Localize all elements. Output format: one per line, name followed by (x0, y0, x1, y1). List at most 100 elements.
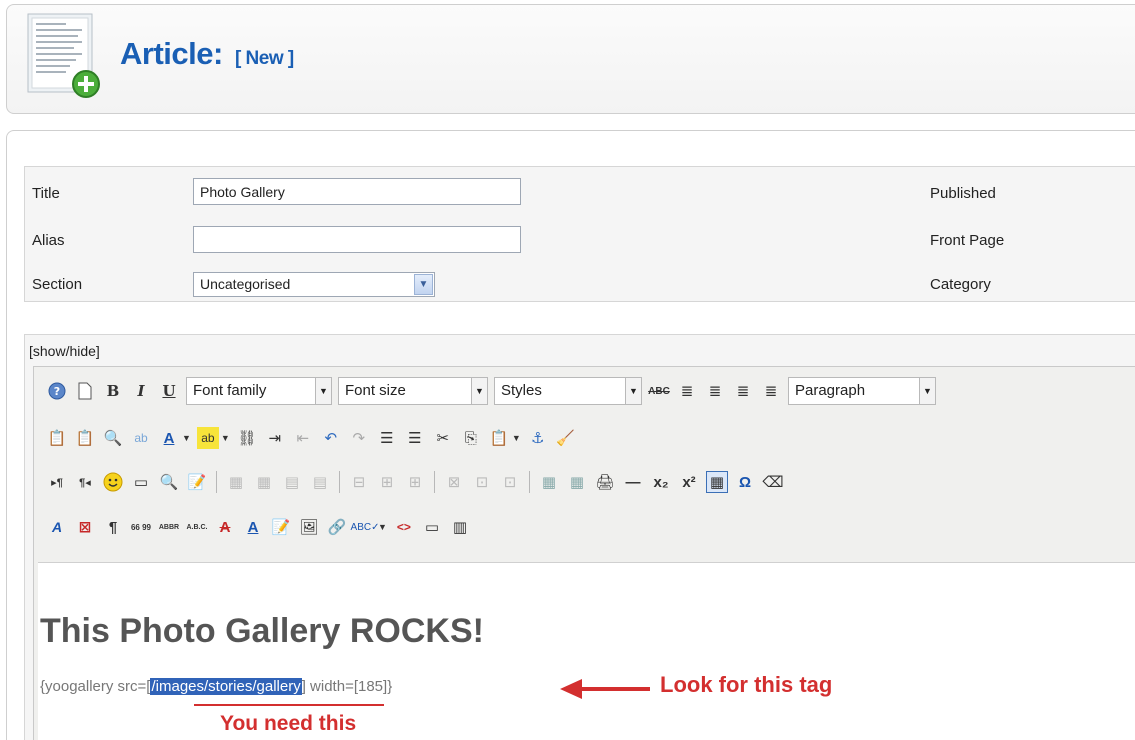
section-label: Section (32, 276, 83, 293)
outdent-icon[interactable]: ⇤ (292, 427, 314, 449)
insert-col-before-icon[interactable]: ⊞ (376, 471, 398, 493)
bold-icon[interactable]: B (102, 380, 124, 402)
chevron-down-icon[interactable]: ▼ (221, 433, 230, 443)
find-icon[interactable]: 🔍 (102, 427, 124, 449)
toolbar-row-3: ▸¶ ¶◂ ▭ 🔍 📝 ▦ ▦ ▤ ▤ ⊟ ⊞ ⊞ ⊠ ⊡ ⊡ ▦ ▦ 🖨 — … (46, 466, 790, 498)
spellcheck-icon[interactable]: ABC✓ (351, 516, 380, 538)
insert-table-icon[interactable]: ▦ (538, 471, 560, 493)
font-family-select[interactable]: Font family ▼ (186, 377, 332, 405)
chevron-down-icon[interactable]: ▼ (315, 378, 331, 404)
pilcrow-icon[interactable]: ¶ (102, 516, 124, 538)
replace-icon[interactable]: ab (130, 427, 152, 449)
new-document-icon[interactable] (74, 380, 96, 402)
cleanup-icon[interactable]: 🧹 (555, 427, 577, 449)
ins-icon[interactable]: A (242, 516, 264, 538)
selected-path[interactable]: /images/stories/gallery (150, 678, 302, 695)
chevron-down-icon[interactable]: ▼ (378, 522, 387, 532)
highlight-color-icon[interactable]: ab (196, 427, 219, 449)
edit-icon[interactable]: 📝 (186, 471, 208, 493)
ltr-icon[interactable]: ▸¶ (46, 471, 68, 493)
layout-icon[interactable]: ▥ (449, 516, 471, 538)
toolbar-row-1: ? B I U Font family ▼ Font size ▼ Styles… (46, 375, 942, 407)
title-input[interactable] (193, 178, 521, 205)
remove-format-icon[interactable]: ⌫ (762, 471, 784, 493)
show-hide-link[interactable]: [show/hide] (29, 343, 100, 359)
nonbreaking-icon[interactable]: ⊠ (74, 516, 96, 538)
undo-icon[interactable]: ↶ (320, 427, 342, 449)
section-select-value: Uncategorised (200, 276, 291, 292)
redo-icon[interactable]: ↷ (348, 427, 370, 449)
link-icon[interactable]: 🔗 (326, 516, 348, 538)
abbr-icon[interactable]: ABBR (158, 516, 180, 538)
attributes-icon[interactable]: 📝 (270, 516, 292, 538)
paste-icon[interactable]: 📋 (488, 427, 510, 449)
unlink-icon[interactable]: ⛓ (236, 427, 258, 449)
align-center-icon[interactable]: ≣ (704, 380, 726, 402)
title-label: Title (32, 185, 60, 202)
copy-icon[interactable]: ⎘ (460, 427, 482, 449)
unordered-list-icon[interactable]: ☰ (404, 427, 426, 449)
table-props-icon[interactable]: ▦ (566, 471, 588, 493)
indent-icon[interactable]: ⇥ (264, 427, 286, 449)
styles-select[interactable]: Styles ▼ (494, 377, 642, 405)
table-cell-props-icon[interactable]: ▦ (253, 471, 275, 493)
preview-icon[interactable]: 🔍 (158, 471, 180, 493)
yoogallery-tag-line[interactable]: {yoogallery src=[/images/stories/gallery… (40, 678, 392, 695)
align-right-icon[interactable]: ≣ (732, 380, 754, 402)
delete-col-icon[interactable]: ⊠ (443, 471, 465, 493)
anchor-icon[interactable]: ⚓ (527, 427, 549, 449)
cut-icon[interactable]: ✂ (432, 427, 454, 449)
align-justify-icon[interactable]: ≣ (760, 380, 782, 402)
styles-value: Styles (501, 382, 542, 399)
acronym-icon[interactable]: A.B.C. (186, 516, 208, 538)
emoticon-icon[interactable] (102, 471, 124, 493)
table-row-props-icon[interactable]: ▦ (225, 471, 247, 493)
styleprops-icon[interactable]: A (46, 516, 68, 538)
alias-input[interactable] (193, 226, 521, 253)
del-icon[interactable]: A (214, 516, 236, 538)
frontpage-label: Front Page (930, 232, 1005, 249)
special-char-icon[interactable]: Ω (734, 471, 756, 493)
subscript-icon[interactable]: x₂ (650, 471, 672, 493)
insert-row-after-icon[interactable]: ▤ (309, 471, 331, 493)
underline-icon[interactable]: U (158, 380, 180, 402)
chevron-down-icon[interactable]: ▼ (471, 378, 487, 404)
blockquote-icon[interactable]: 66 99 (130, 516, 152, 538)
strikethrough-icon[interactable]: ABC (648, 380, 670, 402)
alias-label: Alias (32, 232, 65, 249)
media-icon[interactable]: ▭ (130, 471, 152, 493)
image-icon[interactable]: 🖼 (298, 516, 320, 538)
font-size-select[interactable]: Font size ▼ (338, 377, 488, 405)
block-format-select[interactable]: Paragraph ▼ (788, 377, 936, 405)
html-source-icon[interactable]: <> (393, 516, 415, 538)
chevron-down-icon[interactable]: ▼ (919, 378, 935, 404)
chevron-down-icon[interactable]: ▼ (625, 378, 641, 404)
italic-icon[interactable]: I (130, 380, 152, 402)
page-title-text: Article: (120, 36, 223, 71)
visual-aid-icon[interactable]: ▦ (706, 471, 728, 493)
ordered-list-icon[interactable]: ☰ (376, 427, 398, 449)
paste-word-icon[interactable]: 📋 (74, 427, 96, 449)
editor-content[interactable] (38, 562, 1135, 740)
page-title: Article: [ New ] (120, 36, 294, 72)
chevron-down-icon[interactable]: ▼ (182, 433, 191, 443)
chevron-down-icon[interactable]: ▼ (512, 433, 521, 443)
font-color-icon[interactable]: A (158, 427, 180, 449)
paste-text-icon[interactable]: 📋 (46, 427, 68, 449)
align-left-icon[interactable]: ≣ (676, 380, 698, 402)
split-cells-icon[interactable]: ⊡ (471, 471, 493, 493)
help-icon[interactable]: ? (46, 380, 68, 402)
new-article-icon (27, 13, 100, 98)
horizontal-rule-icon[interactable]: — (622, 471, 644, 493)
section-select[interactable]: Uncategorised ▼ (193, 272, 435, 297)
superscript-icon[interactable]: x² (678, 471, 700, 493)
delete-row-icon[interactable]: ⊟ (348, 471, 370, 493)
svg-text:?: ? (54, 385, 60, 398)
insert-col-after-icon[interactable]: ⊞ (404, 471, 426, 493)
fullscreen-icon[interactable]: ▭ (421, 516, 443, 538)
chevron-down-icon[interactable]: ▼ (414, 274, 433, 295)
rtl-icon[interactable]: ¶◂ (74, 471, 96, 493)
merge-cells-icon[interactable]: ⊡ (499, 471, 521, 493)
print-icon[interactable]: 🖨 (594, 471, 616, 493)
insert-row-before-icon[interactable]: ▤ (281, 471, 303, 493)
